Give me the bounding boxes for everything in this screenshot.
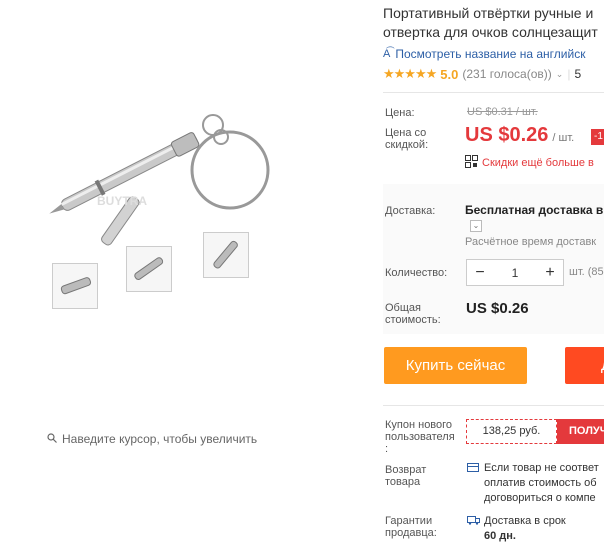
magnifier-icon — [47, 432, 57, 446]
guarantee-text-line-1: Доставка в срок — [484, 515, 566, 527]
thumbnail-2[interactable] — [126, 246, 172, 292]
total-label: Общая стоимость: — [385, 302, 441, 326]
return-box-icon — [467, 462, 479, 476]
chevron-down-icon[interactable]: ⌄ — [470, 220, 482, 232]
translate-title-link[interactable]: A͡ Посмотреть название на английск — [383, 47, 585, 61]
price-label: Цена: — [385, 107, 415, 119]
guarantee-text: Доставка в срок 60 дн. — [484, 514, 566, 544]
coupon-label-line-2: пользователя — [385, 431, 455, 443]
buy-now-button[interactable]: Купить сейчас — [384, 347, 527, 384]
product-gallery-panel: BUYTRA Наведите курсор, чтобы увеличить — [0, 0, 375, 554]
returns-text-line-2: оплатив стоимость об — [484, 477, 597, 489]
divider — [383, 92, 604, 93]
zoom-hint: Наведите курсор, чтобы увеличить — [47, 432, 257, 446]
translate-link-text: Посмотреть название на английск — [395, 47, 586, 61]
returns-label: Возврат товара — [385, 464, 426, 488]
discount-label-line-2: скидкой: — [385, 139, 429, 151]
delivery-truck-icon — [467, 515, 480, 528]
divider — [383, 405, 604, 406]
total-label-line-1: Общая — [385, 302, 421, 314]
returns-text-line-1: Если товар не соответ — [484, 462, 599, 474]
shipping-option[interactable]: Бесплатная доставка в — [465, 203, 603, 217]
returns-text-line-3: договориться о компе — [484, 492, 596, 504]
current-price-value: US $0.26 — [465, 124, 549, 146]
guarantee-label-line-1: Гарантии — [385, 515, 433, 527]
price-unit: / шт. — [552, 132, 575, 144]
increment-button[interactable]: + — [537, 264, 563, 282]
product-title-line-1: Портативный отвёртки ручные и — [383, 5, 594, 21]
watermark-text: BUYTRA — [97, 194, 147, 208]
chevron-down-icon[interactable]: ⌄ — [556, 69, 564, 80]
coupon-label-line-1: Купон нового — [385, 419, 453, 431]
discount-badge: -1 — [591, 129, 604, 145]
coupon-label-line-3: : — [385, 443, 389, 455]
guarantee-label: Гарантии продавца: — [385, 515, 437, 539]
divider: | — [567, 67, 571, 81]
product-info-panel: Портативный отвёртки ручные и отвертка д… — [383, 0, 604, 554]
discount-label-line-1: Цена со — [385, 127, 427, 139]
qr-code-icon — [465, 155, 478, 171]
returns-label-line-1: Возврат — [385, 464, 427, 476]
rating-value: 5.0 — [440, 66, 459, 82]
shipping-label: Доставка: — [385, 205, 436, 217]
current-price: US $0.26/ шт. — [465, 124, 574, 147]
quantity-input[interactable]: 1 — [502, 266, 528, 280]
total-price: US $0.26 — [466, 300, 529, 317]
returns-label-line-2: товара — [385, 476, 421, 488]
quantity-stepper: − 1 + — [466, 259, 564, 286]
guarantee-label-line-2: продавца: — [385, 527, 437, 539]
promo-link[interactable]: Скидки ещё больше в — [465, 155, 594, 171]
rating-row[interactable]: ★★★★★ 5.0 (231 голоса(ов)) ⌄ | 5 — [383, 66, 581, 82]
coupon-label: Купон нового пользователя : — [385, 419, 455, 455]
decrement-button[interactable]: − — [467, 264, 493, 282]
product-title-line-2: отвертка для очков солнцезащит — [383, 24, 598, 40]
thumbnail-1[interactable] — [52, 263, 98, 309]
add-to-cart-button[interactable]: Д — [565, 347, 604, 384]
quantity-label: Количество: — [385, 267, 448, 279]
translate-icon: A͡ — [383, 48, 391, 60]
rating-extra: 5 — [574, 67, 582, 81]
votes-count[interactable]: (231 голоса(ов)) — [462, 67, 551, 81]
thumbnail-3[interactable] — [203, 232, 249, 278]
coupon-amount: 138,25 руб. — [466, 419, 557, 444]
guarantee-text-line-2: 60 дн. — [484, 530, 516, 542]
discount-price-label: Цена со скидкой: — [385, 127, 428, 151]
total-label-line-2: стоимость: — [385, 314, 441, 326]
zoom-hint-text: Наведите курсор, чтобы увеличить — [62, 432, 258, 446]
rating-stars-icon: ★★★★★ — [383, 66, 437, 81]
get-coupon-button[interactable]: ПОЛУЧ — [557, 419, 604, 444]
delivery-estimate: Расчётное время доставк — [465, 236, 597, 248]
product-title: Портативный отвёртки ручные и отвертка д… — [383, 4, 604, 42]
old-price: US $0.31 / шт. — [467, 106, 538, 118]
quantity-available: шт. (85 — [569, 266, 604, 278]
promo-text: Скидки ещё больше в — [482, 157, 594, 169]
returns-text: Если товар не соответ оплатив стоимость … — [484, 461, 599, 506]
